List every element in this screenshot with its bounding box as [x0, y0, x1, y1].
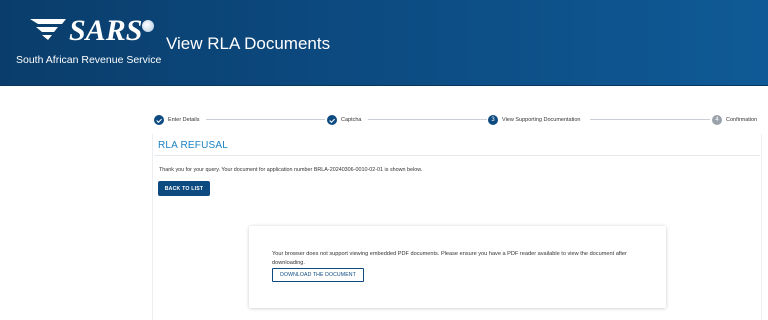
step-complete-check-icon — [154, 115, 164, 125]
org-name: South African Revenue Service — [16, 54, 162, 66]
page-title: View RLA Documents — [166, 34, 331, 53]
sars-logo[interactable]: SARS South African Revenue Service — [14, 14, 161, 70]
section-title: RLA REFUSAL — [158, 140, 229, 151]
step-number: 4 — [712, 115, 722, 125]
logo-wordmark: SARS — [69, 14, 143, 47]
step-label: View Supporting Documentation — [502, 117, 581, 123]
step-label: Confirmation — [726, 117, 758, 123]
divider — [154, 155, 760, 156]
download-document-button[interactable]: DOWNLOAD THE DOCUMENT — [272, 268, 364, 282]
step-view-supporting-documentation: 3 View Supporting Documentation — [488, 113, 580, 127]
pdf-unsupported-message: Your browser does not support viewing em… — [272, 251, 627, 266]
sars-logo-mark-icon — [30, 19, 66, 40]
site-header: SARS South African Revenue Service View … — [0, 0, 768, 86]
step-connector — [368, 119, 487, 120]
step-label: Enter Details — [168, 117, 200, 123]
progress-stepper: Enter Details Captcha 3 View Supporting … — [154, 113, 768, 127]
step-connector — [590, 119, 710, 120]
logo-globe-icon — [142, 20, 154, 32]
step-confirmation: 4 Confirmation — [712, 113, 757, 127]
step-number: 3 — [488, 115, 498, 125]
back-to-list-button[interactable]: BACK TO LIST — [158, 181, 210, 196]
step-enter-details: Enter Details — [154, 113, 200, 127]
step-label: Captcha — [341, 117, 362, 123]
step-connector — [206, 119, 325, 120]
intro-text: Thank you for your query. Your document … — [159, 167, 423, 173]
step-complete-check-icon — [327, 115, 337, 125]
step-captcha: Captcha — [327, 113, 362, 127]
